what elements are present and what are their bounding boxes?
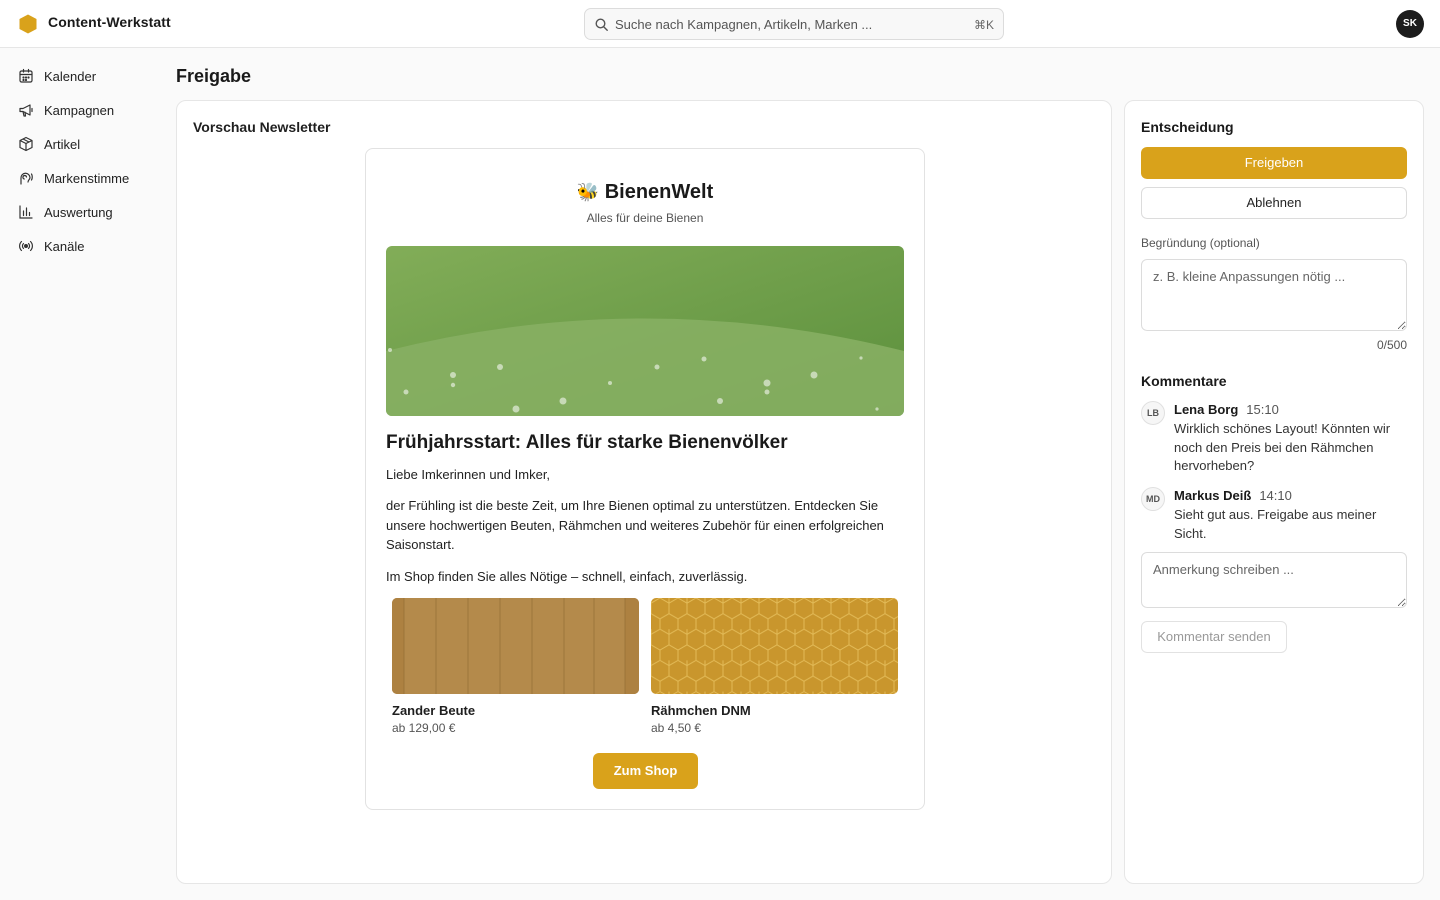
product-name: Zander Beute [392, 703, 476, 718]
comment-text: Wirklich schönes Layout! Könnten wir noc… [1174, 421, 1391, 473]
newsletter-greeting: Liebe Imkerinnen und Imker, [386, 467, 551, 482]
decision-title: Entscheidung [1141, 119, 1234, 135]
sidebar-item-label: Kalender [44, 68, 97, 84]
reason-label: Begründung (optional) [1141, 236, 1260, 250]
sidebar-item-auswertung[interactable]: Auswertung [16, 198, 166, 226]
sidebar: Kalender Kampagnen Artikel Markenstimme … [0, 48, 170, 900]
newsletter-headline: Frühjahrsstart: Alles für starke Bienenv… [386, 432, 788, 453]
avatar: MD [1141, 487, 1165, 511]
sidebar-item-label: Kampagnen [44, 102, 115, 118]
newsletter-email: 🐝 BienenWelt Alles für deine Bienen Früh… [365, 148, 925, 810]
avatar: LB [1141, 401, 1165, 425]
user-avatar[interactable]: SK [1396, 10, 1424, 38]
reason-char-counter: 0/500 [1376, 338, 1407, 352]
product-name: Rähmchen DNM [651, 703, 751, 718]
brand-header: 🐝 BienenWelt [366, 181, 924, 204]
page-title: Freigabe [176, 66, 252, 86]
newsletter-body: der Frühling ist die beste Zeit, um Ihre… [386, 498, 884, 552]
sidebar-item-label: Auswertung [44, 204, 113, 220]
calendar-icon [19, 68, 33, 83]
box-icon [19, 136, 33, 152]
search-input[interactable] [615, 9, 955, 39]
comment-header: Markus Deiß 14:10 [1174, 488, 1292, 503]
comment-text: Sieht gut aus. Freigabe aus meiner Sicht… [1174, 507, 1377, 541]
shop-button[interactable]: Zum Shop [593, 753, 698, 789]
product-card[interactable]: Zander Beute ab 129,00 € [392, 598, 639, 735]
product-price: ab 4,50 € [651, 721, 702, 735]
comment-textarea[interactable] [1141, 552, 1407, 608]
megaphone-icon [19, 104, 33, 117]
top-bar: Content-Werkstatt ⌘K SK [0, 0, 1440, 48]
newsletter-preview-card: Vorschau Newsletter 🐝 BienenWelt Alles f… [176, 100, 1112, 884]
product-image-raehmchen [651, 598, 898, 694]
product-image-beute [392, 598, 639, 694]
bar-chart-icon [19, 205, 33, 219]
sidebar-item-label: Markenstimme [44, 170, 130, 186]
product-card[interactable]: Rähmchen DNM ab 4,50 € [651, 598, 898, 735]
comment-author: Markus Deiß [1174, 488, 1252, 503]
search-shortcut: ⌘K [973, 18, 994, 32]
decision-panel: Entscheidung Freigeben Ablehnen Begründu… [1124, 100, 1424, 884]
app-title: Content-Werkstatt [48, 14, 171, 30]
comment-author: Lena Borg [1174, 402, 1239, 417]
sidebar-item-kanaele[interactable]: Kanäle [16, 232, 166, 260]
hexagon-logo-icon [19, 14, 37, 34]
broadcast-icon [19, 240, 33, 252]
brand-name: BienenWelt [604, 181, 714, 203]
brand-tagline: Alles für deine Bienen [586, 211, 704, 225]
approve-button[interactable]: Freigeben [1141, 147, 1407, 179]
sidebar-item-artikel[interactable]: Artikel [16, 130, 166, 158]
sidebar-item-kampagnen[interactable]: Kampagnen [16, 96, 166, 124]
sidebar-item-label: Kanäle [44, 238, 85, 254]
comment-time: 15:10 [1246, 402, 1279, 417]
search-icon [595, 18, 608, 31]
voice-icon [20, 172, 33, 185]
reject-button[interactable]: Ablehnen [1141, 187, 1407, 219]
comments-title: Kommentare [1141, 373, 1227, 389]
send-comment-button[interactable]: Kommentar senden [1141, 621, 1287, 653]
comment-time: 14:10 [1259, 488, 1292, 503]
sidebar-item-markenstimme[interactable]: Markenstimme [16, 164, 166, 192]
sidebar-item-kalender[interactable]: Kalender [16, 62, 166, 90]
bee-icon: 🐝 [576, 182, 600, 202]
product-price: ab 129,00 € [392, 721, 456, 735]
global-search[interactable]: ⌘K [584, 8, 1004, 40]
comment-header: Lena Borg 15:10 [1174, 402, 1279, 417]
reason-textarea[interactable] [1141, 259, 1407, 331]
hero-image [386, 246, 904, 416]
newsletter-shop-line: Im Shop finden Sie alles Nötige – schnel… [386, 569, 748, 584]
sidebar-item-label: Artikel [44, 136, 81, 152]
preview-title: Vorschau Newsletter [193, 119, 331, 135]
